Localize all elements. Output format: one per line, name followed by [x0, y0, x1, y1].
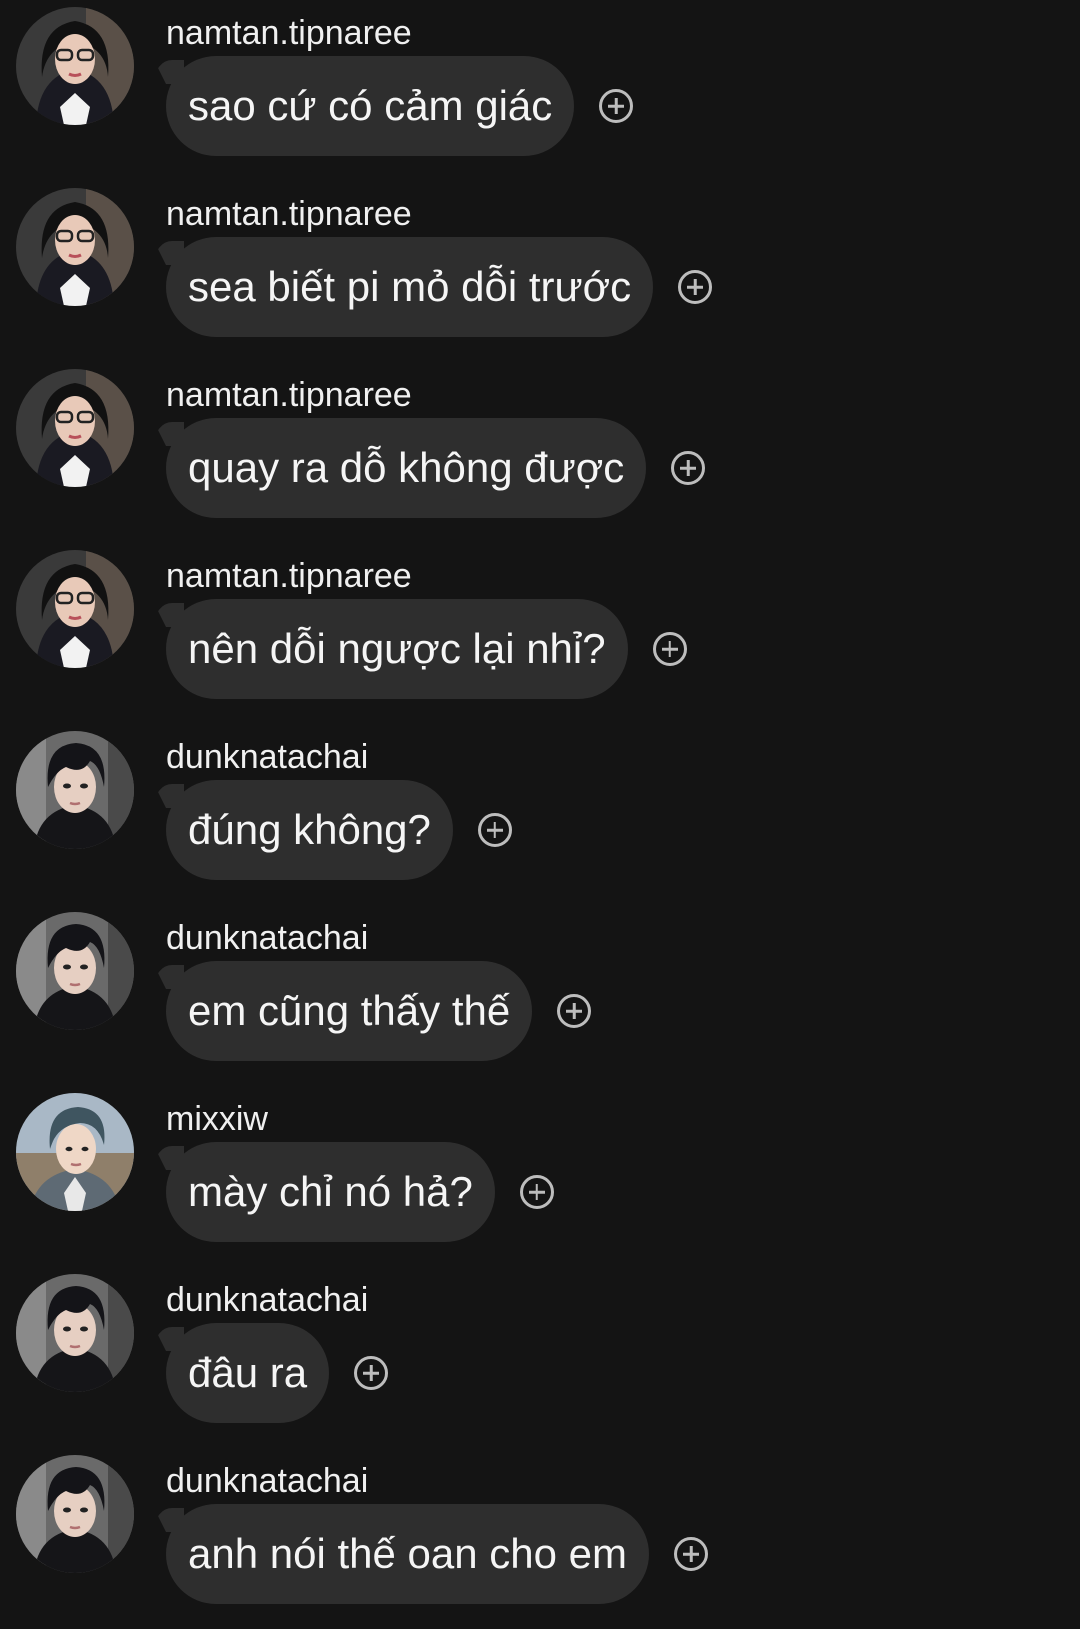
bubble-row: đúng không? [166, 780, 512, 880]
sender-name[interactable]: namtan.tipnaree [166, 375, 412, 415]
chat-thread: namtan.tipnaree sao cứ có cảm giác namta… [0, 0, 1080, 1616]
avatar-mixxiw[interactable] [16, 1093, 134, 1211]
avatar-namtan[interactable] [16, 550, 134, 668]
add-reaction-icon[interactable] [354, 1356, 389, 1390]
message-bubble[interactable]: sao cứ có cảm giác [166, 56, 575, 156]
message-bubble[interactable]: nên dỗi ngược lại nhỉ? [166, 599, 628, 699]
sender-name[interactable]: dunknatachai [166, 918, 368, 958]
avatar-namtan[interactable] [16, 188, 134, 306]
sender-name[interactable]: namtan.tipnaree [166, 194, 412, 234]
bubble-row: sea biết pi mỏ dỗi trước [166, 237, 713, 337]
message-row: dunknatachai anh nói thế oan cho em [0, 1448, 1080, 1629]
add-reaction-icon[interactable] [599, 89, 634, 123]
bubble-row: nên dỗi ngược lại nhỉ? [166, 599, 687, 699]
add-reaction-icon[interactable] [678, 270, 713, 304]
add-reaction-icon[interactable] [671, 451, 706, 485]
bubble-row: sao cứ có cảm giác [166, 56, 634, 156]
add-reaction-icon[interactable] [652, 632, 687, 666]
message-bubble[interactable]: anh nói thế oan cho em [166, 1504, 649, 1604]
message-bubble[interactable]: đâu ra [166, 1323, 330, 1423]
add-reaction-icon[interactable] [557, 994, 592, 1028]
avatar-dunk[interactable] [16, 731, 134, 849]
message-row: dunknatachai đúng không? [0, 724, 1080, 905]
avatar-dunk[interactable] [16, 1455, 134, 1573]
message-row: mixxiw mày chỉ nó hả? [0, 1086, 1080, 1267]
bubble-row: mày chỉ nó hả? [166, 1142, 554, 1242]
message-row: namtan.tipnaree sea biết pi mỏ dỗi trước [0, 181, 1080, 362]
bubble-row: anh nói thế oan cho em [166, 1504, 708, 1604]
message-bubble[interactable]: đúng không? [166, 780, 453, 880]
sender-name[interactable]: dunknatachai [166, 1461, 368, 1501]
message-row: namtan.tipnaree sao cứ có cảm giác [0, 0, 1080, 181]
message-row: dunknatachai đâu ra [0, 1267, 1080, 1448]
add-reaction-icon[interactable] [674, 1537, 708, 1571]
avatar-namtan[interactable] [16, 369, 134, 487]
message-bubble[interactable]: mày chỉ nó hả? [166, 1142, 495, 1242]
message-bubble[interactable]: em cũng thấy thế [166, 961, 533, 1061]
sender-name[interactable]: namtan.tipnaree [166, 13, 412, 53]
avatar-namtan[interactable] [16, 7, 134, 125]
bubble-row: em cũng thấy thế [166, 961, 592, 1061]
sender-name[interactable]: dunknatachai [166, 1280, 368, 1320]
message-bubble[interactable]: quay ra dỗ không được [166, 418, 647, 518]
message-bubble[interactable]: sea biết pi mỏ dỗi trước [166, 237, 654, 337]
add-reaction-icon[interactable] [477, 813, 512, 847]
avatar-dunk[interactable] [16, 912, 134, 1030]
sender-name[interactable]: dunknatachai [166, 737, 368, 777]
message-row: namtan.tipnaree nên dỗi ngược lại nhỉ? [0, 543, 1080, 724]
add-reaction-icon[interactable] [519, 1175, 554, 1209]
sender-name[interactable]: mixxiw [166, 1099, 268, 1139]
message-row: dunknatachai em cũng thấy thế [0, 905, 1080, 1086]
sender-name[interactable]: namtan.tipnaree [166, 556, 412, 596]
bubble-row: đâu ra [166, 1323, 389, 1423]
message-row: namtan.tipnaree quay ra dỗ không được [0, 362, 1080, 543]
avatar-dunk[interactable] [16, 1274, 134, 1392]
bubble-row: quay ra dỗ không được [166, 418, 706, 518]
